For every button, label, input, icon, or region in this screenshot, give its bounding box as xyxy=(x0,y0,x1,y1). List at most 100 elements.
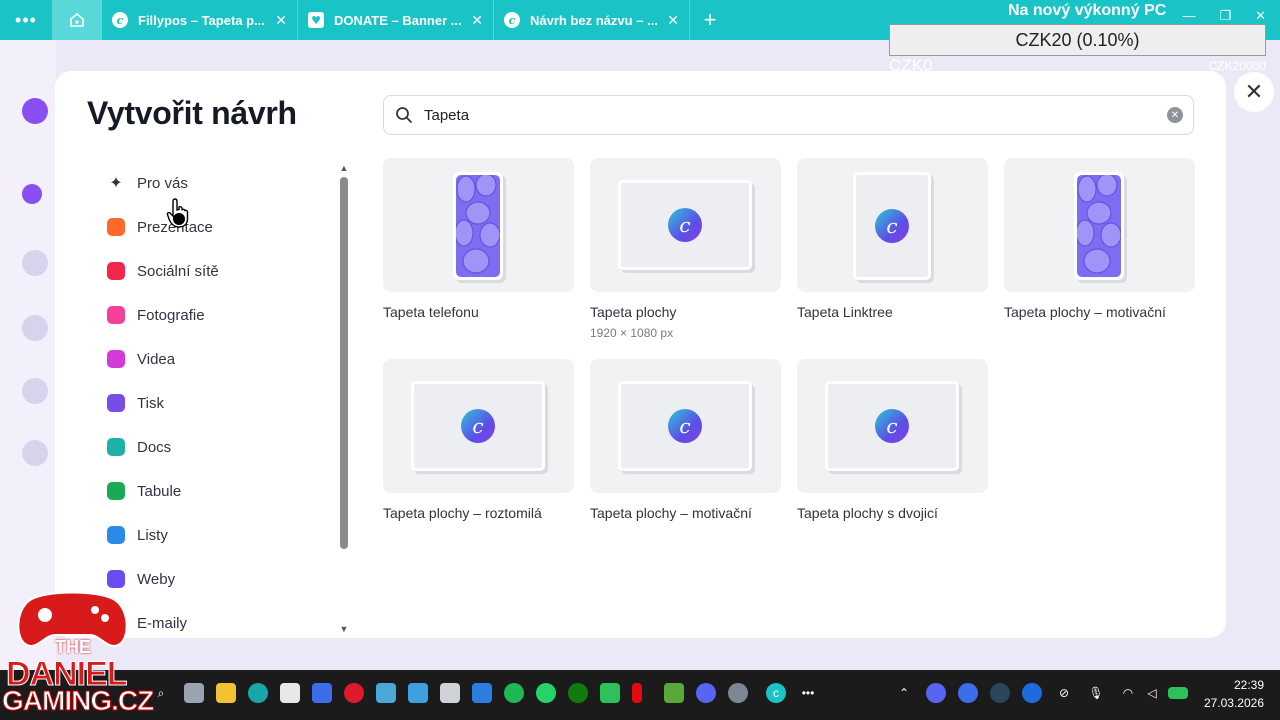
clear-search-icon[interactable]: ✕ xyxy=(1167,107,1183,123)
whiteboard-icon xyxy=(107,482,125,500)
category-item[interactable]: Tabule xyxy=(93,469,333,513)
template-thumbnail[interactable] xyxy=(383,158,574,292)
category-item[interactable]: Sociální sítě xyxy=(93,249,333,293)
opera-icon[interactable] xyxy=(344,683,364,703)
file-explorer-icon[interactable] xyxy=(216,683,236,703)
template-label[interactable]: Tapeta plochy – roztomilá xyxy=(383,505,574,521)
template-label[interactable]: Tapeta plochy s dvojicí xyxy=(797,505,988,521)
scroll-up-icon[interactable]: ▲ xyxy=(339,163,349,173)
template-label[interactable]: Tapeta plochy – motivační xyxy=(1004,304,1195,320)
app-icon[interactable] xyxy=(376,683,396,703)
bluetooth-icon[interactable] xyxy=(1022,683,1042,703)
watermark-text: GAMING.CZ xyxy=(1,685,154,717)
category-label: Tisk xyxy=(137,394,164,412)
minimize-icon[interactable]: — xyxy=(1182,8,1195,24)
category-scrollbar[interactable]: ▲ ▼ xyxy=(339,163,349,634)
battery-icon[interactable] xyxy=(1168,687,1188,699)
browser-tab[interactable]: c Návrh bez názvu – ... ✕ xyxy=(494,0,690,40)
close-icon[interactable]: ✕ xyxy=(1255,8,1266,24)
settings-icon[interactable] xyxy=(728,683,748,703)
photos-icon[interactable] xyxy=(408,683,428,703)
phone-mockup xyxy=(453,172,503,280)
window-controls: — ❐ ✕ xyxy=(1182,8,1266,24)
category-item[interactable]: ✦ Pro vás xyxy=(93,161,333,205)
netflix-icon[interactable] xyxy=(632,683,642,703)
template-card[interactable]: Tapeta plochy – motivační xyxy=(1004,158,1195,320)
more-icon[interactable]: ••• xyxy=(798,683,818,703)
template-label[interactable]: Tapeta plochy xyxy=(590,304,781,320)
store-icon[interactable] xyxy=(280,683,300,703)
template-thumbnail[interactable] xyxy=(1004,158,1195,292)
browser-tab[interactable]: c Fillypos – Tapeta p... ✕ xyxy=(102,0,298,40)
category-item[interactable]: Listy xyxy=(93,513,333,557)
browser-tab[interactable]: ♥ DONATE – Banner ... ✕ xyxy=(298,0,494,40)
camera-icon xyxy=(107,306,125,324)
category-item[interactable]: Prezentace xyxy=(93,205,333,249)
sheet-icon xyxy=(107,526,125,544)
sparkle-icon: ✦ xyxy=(109,175,123,192)
app-icon[interactable] xyxy=(472,683,492,703)
new-tab-button[interactable]: + xyxy=(690,0,730,40)
discord-tray-icon[interactable] xyxy=(926,683,946,703)
category-item[interactable]: Videa xyxy=(93,337,333,381)
app-icon[interactable] xyxy=(440,683,460,703)
category-label: Pro vás xyxy=(137,174,188,192)
steam-icon[interactable] xyxy=(990,683,1010,703)
home-tab[interactable] xyxy=(52,0,102,40)
browser-menu-button[interactable]: ••• xyxy=(0,0,52,40)
edge-icon[interactable] xyxy=(248,683,268,703)
template-card[interactable]: c Tapeta plochy – roztomilá xyxy=(383,359,574,521)
close-tab-icon[interactable]: ✕ xyxy=(471,12,483,29)
spotify-icon[interactable] xyxy=(504,683,524,703)
template-card[interactable]: c Tapeta Linktree xyxy=(797,158,988,320)
template-thumbnail[interactable]: c xyxy=(383,359,574,493)
background-icon xyxy=(22,440,48,466)
canva-logo-icon: c xyxy=(875,209,909,243)
desktop-mockup: c xyxy=(618,381,752,471)
category-item[interactable]: Docs xyxy=(93,425,333,469)
template-label[interactable]: Tapeta telefonu xyxy=(383,304,574,320)
scroll-down-icon[interactable]: ▼ xyxy=(339,624,349,634)
discord-icon[interactable] xyxy=(696,683,716,703)
search-input[interactable] xyxy=(424,106,1167,124)
clock[interactable]: 22:39 27.03.2026 xyxy=(1204,676,1264,712)
category-item[interactable]: Tisk xyxy=(93,381,333,425)
close-tab-icon[interactable]: ✕ xyxy=(275,12,287,29)
whatsapp-icon[interactable] xyxy=(536,683,556,703)
chevron-up-icon[interactable]: ⌃ xyxy=(894,683,914,703)
xbox-icon[interactable] xyxy=(568,683,588,703)
template-card[interactable]: c Tapeta plochy s dvojicí xyxy=(797,359,988,521)
microphone-icon[interactable]: 🎙 xyxy=(1086,683,1106,703)
template-thumbnail[interactable]: c xyxy=(797,158,988,292)
scroll-thumb[interactable] xyxy=(340,177,348,549)
category-item[interactable]: Fotografie xyxy=(93,293,333,337)
search-icon[interactable]: ⌕ xyxy=(151,683,171,703)
donation-goal-title: Na nový výkonný PC xyxy=(1008,2,1167,19)
app-icon[interactable] xyxy=(600,683,620,703)
template-label[interactable]: Tapeta Linktree xyxy=(797,304,988,320)
canva-icon[interactable]: c xyxy=(766,683,786,703)
task-view-icon[interactable] xyxy=(184,683,204,703)
heart-icon: ♥ xyxy=(308,12,324,28)
canva-icon: c xyxy=(112,12,128,28)
app-icon[interactable] xyxy=(312,683,332,703)
template-card[interactable]: c Tapeta plochy 1920 × 1080 px xyxy=(590,158,781,340)
volume-icon[interactable]: ◁ xyxy=(1142,683,1162,703)
search-box[interactable]: ✕ xyxy=(383,95,1194,135)
wifi-icon[interactable]: ◠ xyxy=(1118,683,1138,703)
tray-icon[interactable] xyxy=(958,683,978,703)
canva-logo-icon: c xyxy=(668,208,702,242)
close-modal-button[interactable]: ✕ xyxy=(1234,72,1274,112)
template-card[interactable]: Tapeta telefonu xyxy=(383,158,574,320)
tray-icon[interactable]: ⊘ xyxy=(1054,683,1074,703)
template-card[interactable]: c Tapeta plochy – motivační xyxy=(590,359,781,521)
background-icon xyxy=(22,250,48,276)
template-label[interactable]: Tapeta plochy – motivační xyxy=(590,505,781,521)
template-thumbnail[interactable]: c xyxy=(590,158,781,292)
template-thumbnail[interactable]: c xyxy=(590,359,781,493)
restore-icon[interactable]: ❐ xyxy=(1219,8,1231,24)
category-label: Videa xyxy=(137,350,176,368)
template-thumbnail[interactable]: c xyxy=(797,359,988,493)
minecraft-icon[interactable] xyxy=(664,683,684,703)
close-tab-icon[interactable]: ✕ xyxy=(667,12,679,29)
